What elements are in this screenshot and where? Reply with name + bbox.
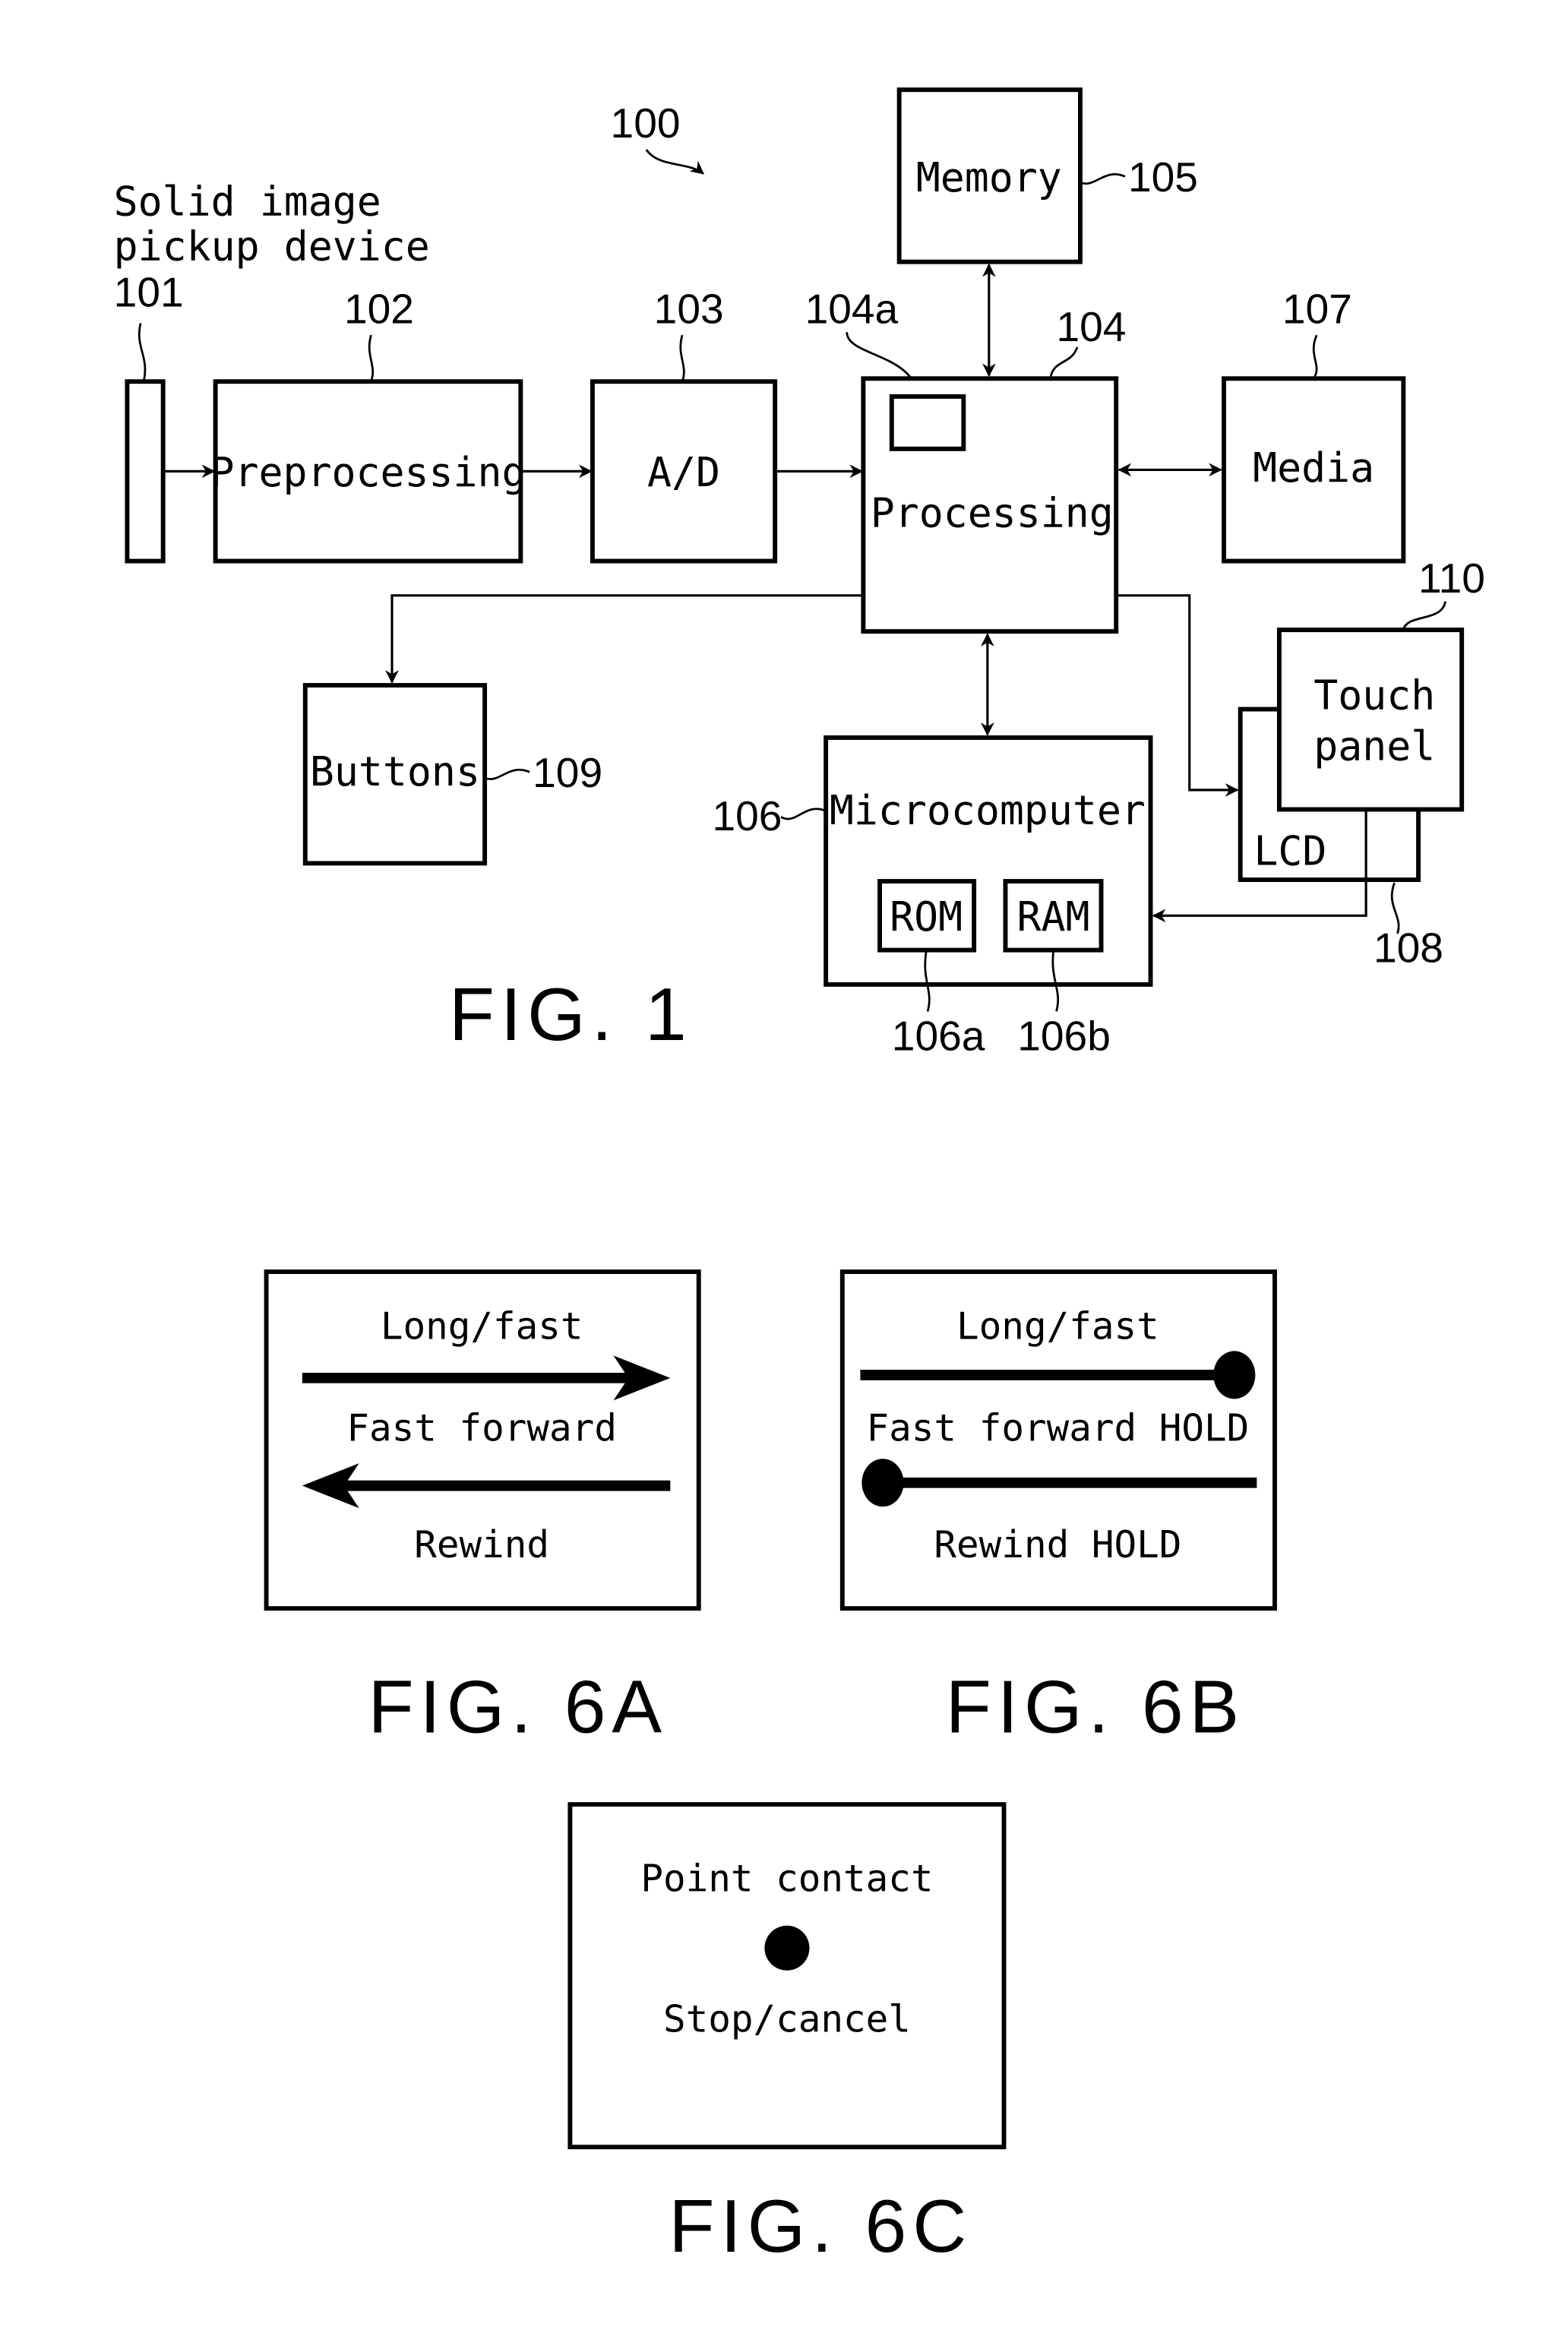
rom-label: ROM	[890, 893, 963, 940]
fig6a-title: FIG. 6A	[368, 1665, 667, 1749]
fig6c-bottom-label: Stop/cancel	[663, 1997, 911, 2041]
fig6c-title: FIG. 6C	[669, 2184, 972, 2268]
ram-label: RAM	[1016, 893, 1089, 940]
ref-106a: 106a	[892, 1013, 985, 1060]
ref-104a: 104a	[805, 285, 899, 332]
fig1-title: FIG. 1	[449, 972, 693, 1056]
ref-109-leader	[484, 768, 530, 780]
ref-106-leader	[780, 808, 827, 820]
fast-forward-hold-end-dot	[1213, 1351, 1256, 1399]
fig6c-top-label: Point contact	[640, 1856, 933, 1900]
memory-label: Memory	[916, 154, 1062, 201]
ref-102-leader	[368, 334, 375, 382]
touch-panel-block	[1276, 628, 1465, 812]
fig6a-top-label: Long/fast	[381, 1304, 583, 1348]
ref-100: 100	[611, 100, 681, 147]
lcd-label: LCD	[1253, 827, 1326, 874]
fig6a-middle-label: Fast forward	[346, 1406, 617, 1450]
ref-103-leader	[679, 334, 685, 382]
ref-107-leader	[1312, 334, 1318, 380]
preprocessing-label: Preprocessing	[210, 449, 526, 496]
sensor-label-line1: Solid image	[114, 179, 381, 226]
ref-104-leader	[1049, 346, 1079, 379]
touch-panel-label-line1: Touch	[1314, 672, 1435, 719]
ref-108: 108	[1374, 924, 1443, 971]
ref-110-leader	[1402, 601, 1446, 631]
point-contact-dot	[764, 1925, 810, 1971]
ref-101: 101	[114, 269, 184, 316]
processing-label: Processing	[871, 489, 1114, 536]
fig6b-middle-label: Fast forward HOLD	[867, 1406, 1250, 1450]
media-label: Media	[1253, 444, 1374, 492]
ref-106b: 106b	[1017, 1013, 1111, 1060]
touch-panel-label-line2: panel	[1314, 722, 1435, 770]
ref-103: 103	[654, 285, 724, 332]
rewind-hold-start-dot	[861, 1459, 904, 1507]
fig6b-title: FIG. 6B	[946, 1665, 1245, 1749]
fig6c: Point contact Stop/cancel FIG. 6C	[567, 1802, 1007, 2268]
buttons-label: Buttons	[310, 748, 480, 795]
ref-106: 106	[712, 792, 782, 839]
sensor-label-line2: pickup device	[114, 223, 430, 270]
ref-105: 105	[1128, 153, 1198, 201]
fig6a: Long/fast Fast forward Rewind FIG. 6A	[264, 1269, 701, 1749]
ref-100-leader-arrow	[645, 149, 705, 175]
fig6b: Long/fast Fast forward HOLD Rewind HOLD …	[839, 1269, 1277, 1749]
processing-sub-block-104a	[889, 394, 966, 451]
ref-107: 107	[1282, 285, 1352, 332]
sensor-block	[125, 379, 166, 564]
ref-102: 102	[344, 285, 414, 332]
ref-105-leader	[1080, 173, 1126, 185]
ad-label: A/D	[647, 449, 720, 496]
ref-101-leader	[138, 323, 147, 382]
patent-drawing-sheet: 100 Solid image pickup device 101 102 Pr…	[114, 87, 1485, 2268]
ref-110: 110	[1418, 555, 1485, 602]
arrow-processing-to-buttons	[385, 594, 864, 684]
fig6b-top-label: Long/fast	[956, 1304, 1159, 1348]
ref-104: 104	[1056, 303, 1126, 350]
fig6b-bottom-label: Rewind HOLD	[934, 1522, 1181, 1566]
fig1-block-diagram: 100 Solid image pickup device 101 102 Pr…	[114, 87, 1485, 1060]
ref-109: 109	[533, 749, 602, 796]
microcomputer-label: Microcomputer	[830, 787, 1146, 834]
fig6a-bottom-label: Rewind	[414, 1522, 549, 1566]
